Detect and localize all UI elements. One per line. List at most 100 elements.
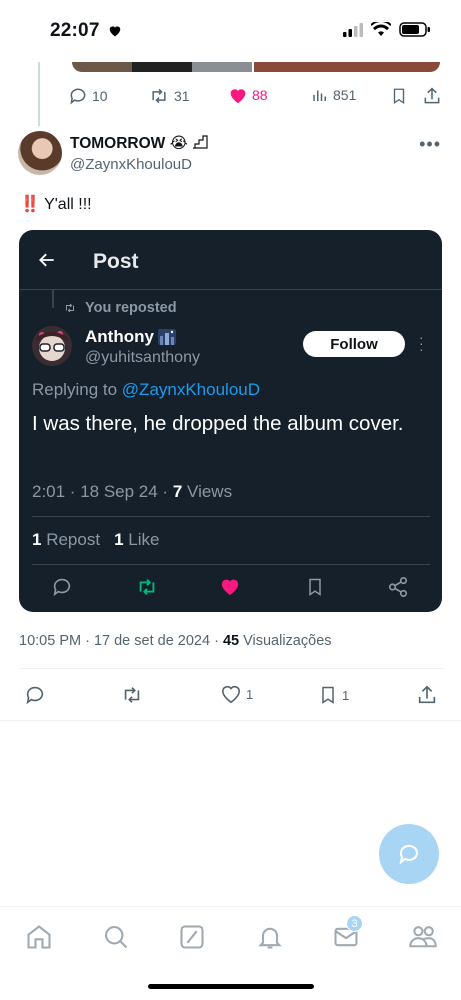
card-name-text: Anthony [85,327,154,346]
card-repost-count: 1 [32,530,42,549]
bookmark-icon [322,686,334,704]
heart-outline-icon [221,685,241,704]
divider [19,668,443,669]
card-share-icon [387,576,409,603]
views-icon [313,90,326,101]
replying-mention: @ZaynxKhoulouD [121,380,261,399]
card-body-text: I was there, he dropped the album cover. [32,412,404,435]
stairs-icon [193,135,208,149]
card-actions [19,576,442,600]
notifications-icon [258,927,282,949]
card-like-count: 1 [114,530,124,549]
reply-button[interactable]: 10 [68,86,108,106]
main-bookmark-button[interactable]: 1 [318,684,349,706]
replying-prefix: Replying to [32,380,118,399]
main-like-count: 1 [246,686,254,702]
communities-icon [409,926,437,948]
home-icon [27,925,51,949]
like-count: 88 [252,87,268,103]
share-icon [424,87,440,104]
card-handle: @yuhitsanthony [85,349,200,366]
main-repost-button[interactable] [120,684,144,706]
card-meta: 2:01 · 18 Sep 24 · 7 Views [32,482,232,502]
post-views-count: 45 [222,633,240,649]
card-repost-label: Repost [46,530,101,549]
card-avatar [32,326,72,366]
home-indicator [148,984,314,989]
card-header: Post [19,230,442,290]
author-handle[interactable]: @ZaynxKhoulouD [70,156,192,173]
post-views-label: Visualizações [243,633,332,649]
card-like-label: Like [128,530,160,549]
thread-line [38,62,40,126]
embedded-screenshot[interactable]: Post You reposted Anthony @yuhitsanthony… [19,230,442,612]
card-heart-icon [219,576,241,601]
heart-status-icon [109,26,121,37]
tweet-text: ‼️ Y'all !!! [20,194,92,214]
reposted-label: You reposted [63,300,177,316]
grok-icon [180,925,204,949]
search-icon [105,926,128,949]
author-name[interactable]: TOMORROW 😭 [70,134,208,153]
card-name: Anthony [85,327,176,347]
reply-count: 10 [92,88,108,104]
divider [32,564,430,565]
card-more-icon: · · · [419,329,424,357]
follow-button: Follow [303,331,405,357]
tab-search[interactable] [102,923,130,956]
share-button[interactable] [422,86,442,106]
tab-messages[interactable]: 3 [332,915,363,956]
card-views-label: Views [187,482,233,501]
heart-filled-icon [230,89,246,104]
reply-icon [70,88,86,105]
post-meta: 10:05 PM · 17 de set de 2024 · 45 Visual… [19,633,332,649]
author-name-text: TOMORROW 😭 [70,135,188,152]
messages-badge: 3 [346,915,363,932]
repost-icon [152,88,166,104]
main-actions: 1 1 [0,684,461,710]
main-reply-button[interactable] [24,684,46,706]
bookmark-icon [393,88,405,105]
tab-home[interactable] [25,923,53,956]
repost-icon [124,687,140,703]
card-thread-line [52,290,54,308]
main-bookmark-count: 1 [342,687,350,703]
status-bar: 22:07 [0,0,461,60]
card-bookmark-icon [305,576,325,603]
double-exclamation-emoji: ‼️ [20,196,40,213]
bookmark-button[interactable] [390,86,408,106]
status-icons [343,22,431,37]
like-button[interactable]: 88 [228,86,268,104]
previous-tweet-actions: 10 31 88 851 [68,86,448,110]
card-reply-icon [51,576,73,603]
wifi-icon [371,22,391,36]
post-time: 10:05 PM · 17 de set de 2024 · [19,633,223,649]
share-icon [418,685,436,704]
main-like-button[interactable]: 1 [220,684,253,704]
city-emoji-icon [157,329,176,345]
tab-notifications[interactable] [256,923,284,956]
tab-grok[interactable] [178,923,206,956]
avatar-image [34,331,70,361]
status-time: 22:07 [50,20,100,41]
previous-tweet-image[interactable] [72,62,440,72]
replying-to: Replying to @ZaynxKhoulouD [32,380,260,400]
card-views-count: 7 [172,482,183,501]
repost-small-icon [66,303,74,313]
avatar[interactable] [18,131,62,175]
tweet-text-body: Y'all !!! [44,196,92,213]
repost-count: 31 [174,88,190,104]
card-title: Post [93,250,139,273]
divider [0,720,461,721]
signal-icon [343,22,363,37]
views-count: 851 [333,87,357,103]
repost-button[interactable]: 31 [148,86,190,106]
more-options-button[interactable]: ••• [419,134,441,155]
tab-communities[interactable] [408,923,438,956]
card-repost-icon [135,576,159,603]
back-arrow-icon [39,253,54,267]
views-button[interactable]: 851 [311,86,356,104]
main-share-button[interactable] [416,684,438,706]
reply-fab-button[interactable] [379,824,439,884]
card-stats: 1 Repost 1 Like [32,530,159,550]
